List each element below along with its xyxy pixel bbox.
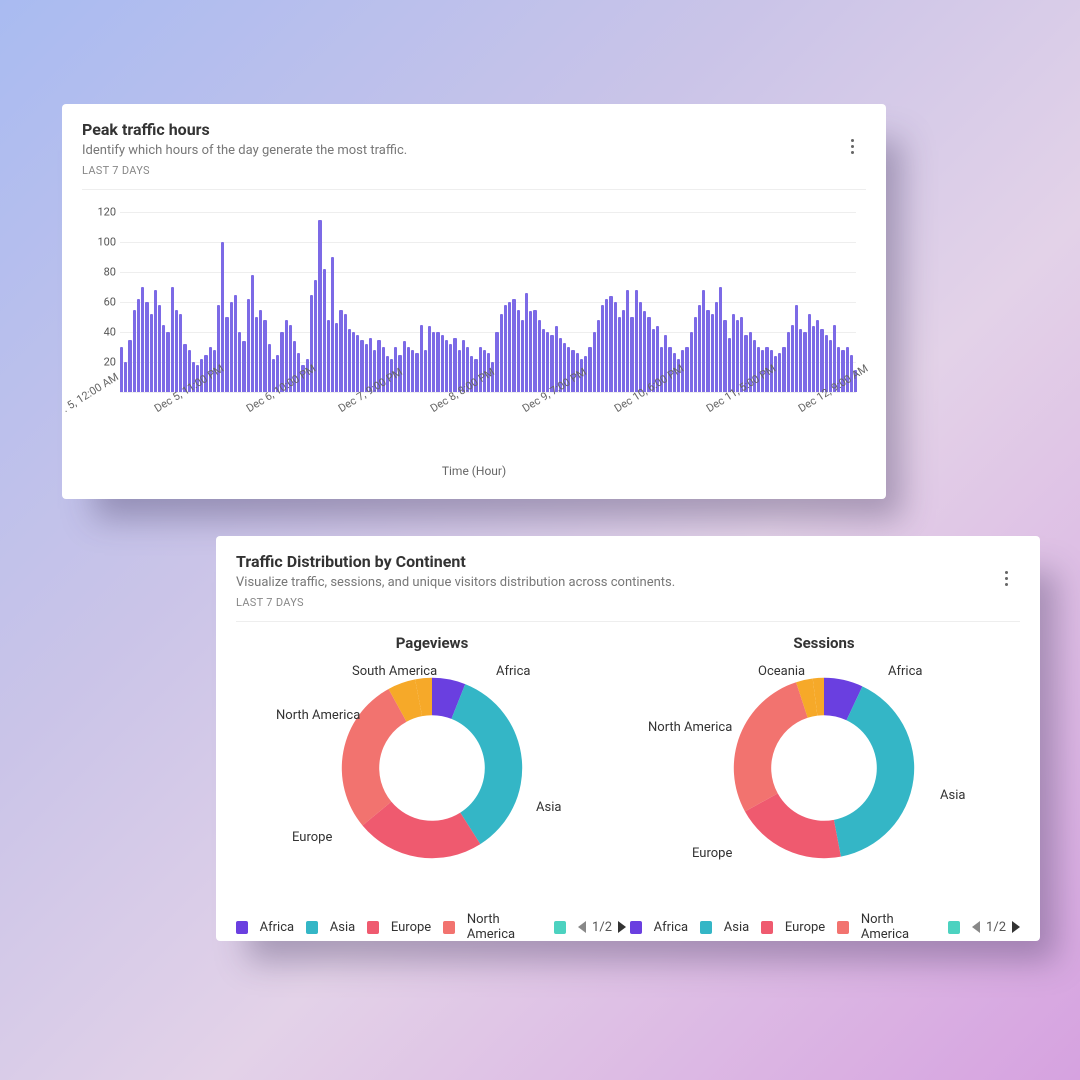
legend-sessions: Africa Asia Europe North America 1/2	[630, 912, 1020, 942]
swatch-extra	[554, 921, 566, 934]
slice-label-asia: Asia	[940, 788, 965, 803]
swatch-asia	[700, 921, 712, 934]
legend-label: Africa	[654, 920, 688, 935]
bar-chart: 20406080100120 . 5, 12:00 AMDec 5, 11:00…	[82, 212, 866, 472]
x-axis: . 5, 12:00 AMDec 5, 11:00 PMDec 6, 10:00…	[120, 398, 856, 458]
card-subtitle: Identify which hours of the day generate…	[82, 143, 866, 158]
swatch-africa	[236, 921, 248, 934]
peak-traffic-card: Peak traffic hours Identify which hours …	[62, 104, 886, 499]
slice-label-africa: Africa	[888, 664, 922, 679]
x-axis-title: Time (Hour)	[82, 464, 866, 478]
legend-pageviews: Africa Asia Europe North America 1/2	[236, 912, 626, 942]
legend-label: Asia	[330, 920, 355, 935]
donut-row: Pageviews Africa Asia Europe North Ameri…	[236, 630, 1020, 910]
card-subtitle: Visualize traffic, sessions, and unique …	[236, 575, 1020, 590]
date-range-label: LAST 7 DAYS	[82, 164, 866, 177]
legend-label: Europe	[785, 920, 825, 935]
legend-label: Asia	[724, 920, 749, 935]
more-menu-icon[interactable]	[842, 136, 862, 156]
legend-row: Africa Asia Europe North America 1/2 Afr…	[236, 912, 1020, 942]
slice-label-europe: Europe	[292, 830, 332, 845]
more-menu-icon[interactable]	[996, 568, 1016, 588]
slice-label-asia: Asia	[536, 800, 561, 815]
slice-label-europe: Europe	[692, 846, 732, 861]
traffic-distribution-card: Traffic Distribution by Continent Visual…	[216, 536, 1040, 941]
legend-label: North America	[467, 912, 543, 942]
slice-label-sa: South America	[352, 664, 437, 679]
swatch-africa	[630, 921, 642, 934]
donut-svg	[322, 658, 542, 878]
pager-page: 1/2	[986, 920, 1006, 935]
swatch-extra	[948, 921, 960, 934]
y-axis: 20406080100120	[82, 212, 120, 392]
slice-label-africa: Africa	[496, 664, 530, 679]
legend-label: Europe	[391, 920, 431, 935]
pager-prev-icon[interactable]	[578, 921, 586, 933]
pager-next-icon[interactable]	[1012, 921, 1020, 933]
pager-prev-icon[interactable]	[972, 921, 980, 933]
card-title: Traffic Distribution by Continent	[236, 552, 1020, 571]
slice-label-na: North America	[276, 708, 360, 723]
date-range-label: LAST 7 DAYS	[236, 596, 1020, 609]
legend-pager: 1/2	[578, 920, 626, 935]
swatch-na	[837, 921, 849, 934]
pageviews-chart: Pageviews Africa Asia Europe North Ameri…	[236, 630, 628, 910]
sessions-chart: Sessions Africa Asia Europe North Americ…	[628, 630, 1020, 910]
pager-next-icon[interactable]	[618, 921, 626, 933]
donut-title: Pageviews	[236, 634, 628, 652]
swatch-europe	[367, 921, 379, 934]
swatch-na	[443, 921, 455, 934]
legend-pager: 1/2	[972, 920, 1020, 935]
card-header: Traffic Distribution by Continent Visual…	[236, 552, 1020, 622]
slice-label-na: North America	[648, 720, 732, 735]
donut-svg	[714, 658, 934, 878]
swatch-europe	[761, 921, 773, 934]
slice-label-oc: Oceania	[758, 664, 805, 679]
pager-page: 1/2	[592, 920, 612, 935]
card-title: Peak traffic hours	[82, 120, 866, 139]
card-header: Peak traffic hours Identify which hours …	[82, 120, 866, 190]
legend-label: Africa	[260, 920, 294, 935]
swatch-asia	[306, 921, 318, 934]
legend-label: North America	[861, 912, 937, 942]
donut-title: Sessions	[628, 634, 1020, 652]
